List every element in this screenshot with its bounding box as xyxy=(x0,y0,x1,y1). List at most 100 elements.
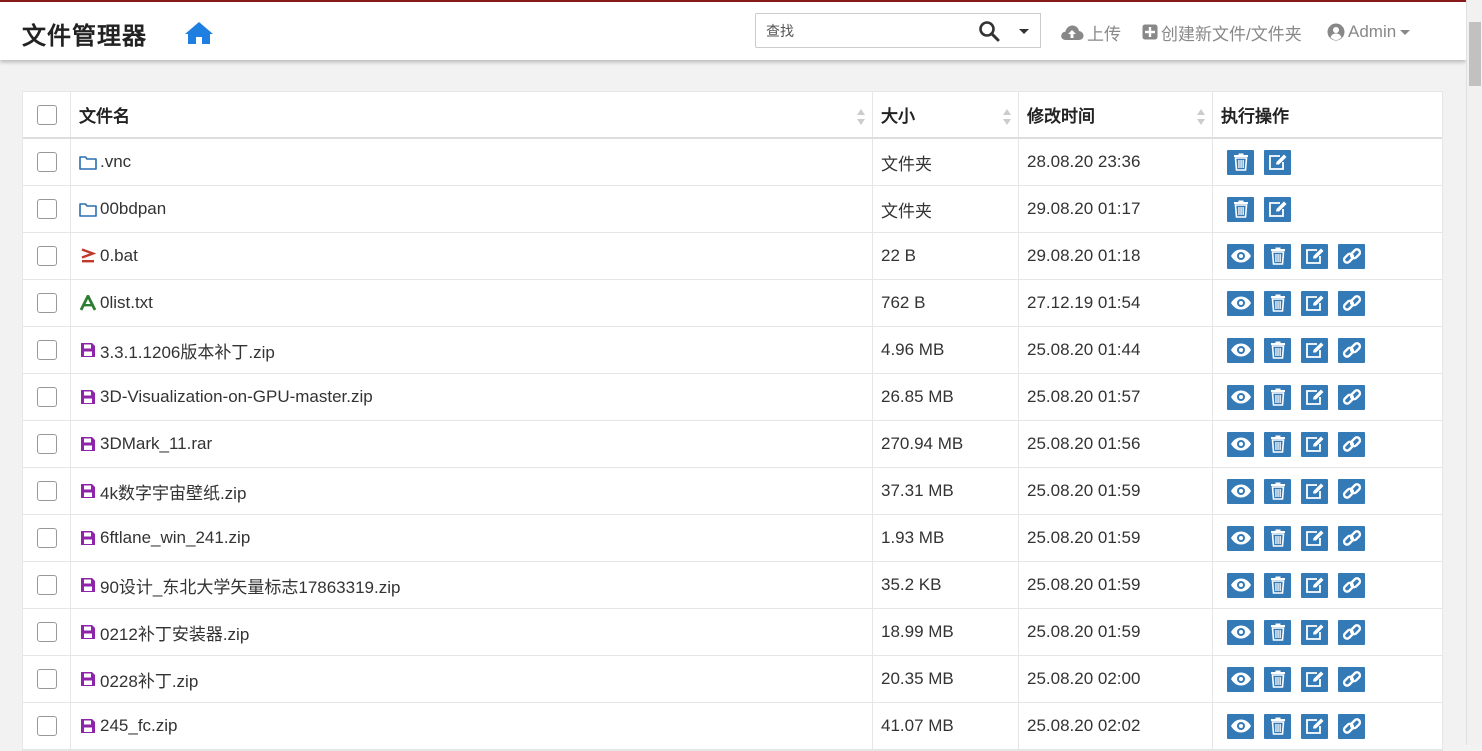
view-icon[interactable] xyxy=(1227,384,1254,410)
link-icon[interactable] xyxy=(1338,243,1365,269)
delete-icon[interactable] xyxy=(1264,337,1291,363)
delete-icon[interactable] xyxy=(1264,713,1291,739)
edit-icon[interactable] xyxy=(1301,243,1328,269)
link-icon[interactable] xyxy=(1338,290,1365,316)
edit-icon[interactable] xyxy=(1301,619,1328,645)
file-name-link[interactable]: 3D-Visualization-on-GPU-master.zip xyxy=(100,387,373,407)
file-name-link[interactable]: 245_fc.zip xyxy=(100,716,178,736)
file-name-cell: 0212补丁安装器.zip xyxy=(71,609,873,655)
edit-icon[interactable] xyxy=(1301,384,1328,410)
file-size: 1.93 MB xyxy=(873,515,1019,561)
delete-icon[interactable] xyxy=(1227,149,1254,175)
edit-icon[interactable] xyxy=(1301,525,1328,551)
view-icon[interactable] xyxy=(1227,478,1254,504)
delete-icon[interactable] xyxy=(1264,478,1291,504)
edit-icon[interactable] xyxy=(1264,196,1291,222)
view-icon[interactable] xyxy=(1227,713,1254,739)
file-name-link[interactable]: 0212补丁安装器.zip xyxy=(100,620,249,645)
delete-icon[interactable] xyxy=(1264,243,1291,269)
link-icon[interactable] xyxy=(1338,337,1365,363)
header-size[interactable]: 大小 xyxy=(873,92,1019,137)
view-icon[interactable] xyxy=(1227,666,1254,692)
view-icon[interactable] xyxy=(1227,619,1254,645)
delete-icon[interactable] xyxy=(1264,384,1291,410)
header-modified[interactable]: 修改时间 xyxy=(1019,92,1213,137)
upload-button[interactable]: 上传 xyxy=(1060,20,1121,44)
scrollbar-thumb[interactable] xyxy=(1469,22,1481,86)
row-checkbox[interactable] xyxy=(36,246,57,266)
edit-icon[interactable] xyxy=(1301,290,1328,316)
row-checkbox[interactable] xyxy=(36,481,57,501)
link-icon[interactable] xyxy=(1338,619,1365,645)
home-icon[interactable] xyxy=(184,20,214,46)
file-name-link[interactable]: 0.bat xyxy=(100,246,138,266)
delete-icon[interactable] xyxy=(1264,572,1291,598)
view-icon[interactable] xyxy=(1227,290,1254,316)
user-menu[interactable]: Admin xyxy=(1327,20,1411,44)
file-name-link[interactable]: 4k数字宇宙壁纸.zip xyxy=(100,479,246,504)
edit-icon[interactable] xyxy=(1264,149,1291,175)
row-checkbox[interactable] xyxy=(36,293,57,313)
file-modified: 28.08.20 23:36 xyxy=(1019,139,1213,185)
view-icon[interactable] xyxy=(1227,525,1254,551)
delete-icon[interactable] xyxy=(1264,431,1291,457)
row-checkbox[interactable] xyxy=(36,434,57,454)
link-icon[interactable] xyxy=(1338,431,1365,457)
edit-icon[interactable] xyxy=(1301,572,1328,598)
search-dropdown-button[interactable] xyxy=(1008,13,1041,48)
row-checkbox[interactable] xyxy=(36,340,57,360)
row-checkbox[interactable] xyxy=(36,669,57,689)
delete-icon[interactable] xyxy=(1264,290,1291,316)
view-icon[interactable] xyxy=(1227,243,1254,269)
link-icon[interactable] xyxy=(1338,572,1365,598)
search-icon[interactable] xyxy=(978,20,1002,42)
edit-icon[interactable] xyxy=(1301,666,1328,692)
delete-icon[interactable] xyxy=(1264,666,1291,692)
edit-icon[interactable] xyxy=(1301,431,1328,457)
row-checkbox[interactable] xyxy=(36,387,57,407)
user-name: Admin xyxy=(1348,22,1397,41)
file-modified: 25.08.20 01:56 xyxy=(1019,421,1213,467)
delete-icon[interactable] xyxy=(1227,196,1254,222)
create-new-button[interactable]: 创建新文件/文件夹 xyxy=(1142,20,1302,44)
edit-icon[interactable] xyxy=(1301,713,1328,739)
view-icon[interactable] xyxy=(1227,431,1254,457)
row-checkbox[interactable] xyxy=(36,575,57,595)
page-scrollbar[interactable] xyxy=(1466,0,1482,745)
link-icon[interactable] xyxy=(1338,525,1365,551)
header-name[interactable]: 文件名 xyxy=(71,92,873,137)
file-size: 762 B xyxy=(873,280,1019,326)
edit-icon[interactable] xyxy=(1301,478,1328,504)
app-title[interactable]: 文件管理器 xyxy=(22,16,147,51)
edit-icon[interactable] xyxy=(1301,337,1328,363)
file-name-cell: 6ftlane_win_241.zip xyxy=(71,515,873,561)
link-icon[interactable] xyxy=(1338,713,1365,739)
file-name-link[interactable]: 3DMark_11.rar xyxy=(100,434,212,454)
file-name-link[interactable]: 00bdpan xyxy=(100,199,166,219)
file-name-link[interactable]: .vnc xyxy=(100,152,131,172)
file-name-link[interactable]: 0list.txt xyxy=(100,293,153,313)
view-icon[interactable] xyxy=(1227,337,1254,363)
link-icon[interactable] xyxy=(1338,384,1365,410)
search-input[interactable] xyxy=(756,14,976,47)
row-checkbox[interactable] xyxy=(36,622,57,642)
caret-down-icon xyxy=(1019,29,1029,34)
select-all-checkbox[interactable] xyxy=(36,104,57,125)
delete-icon[interactable] xyxy=(1264,525,1291,551)
file-name-link[interactable]: 3.3.1.1206版本补丁.zip xyxy=(100,338,275,363)
link-icon[interactable] xyxy=(1338,478,1365,504)
row-checkbox[interactable] xyxy=(36,716,57,736)
view-icon[interactable] xyxy=(1227,572,1254,598)
file-name-link[interactable]: 0228补丁.zip xyxy=(100,667,198,692)
terminal-icon xyxy=(79,247,97,265)
file-name-link[interactable]: 90设计_东北大学矢量标志17863319.zip xyxy=(100,573,400,598)
row-checkbox[interactable] xyxy=(36,528,57,548)
row-checkbox[interactable] xyxy=(36,199,57,219)
file-actions xyxy=(1213,233,1444,279)
row-select-cell xyxy=(23,186,71,232)
file-modified: 29.08.20 01:17 xyxy=(1019,186,1213,232)
row-checkbox[interactable] xyxy=(36,152,57,172)
file-name-link[interactable]: 6ftlane_win_241.zip xyxy=(100,528,250,548)
delete-icon[interactable] xyxy=(1264,619,1291,645)
link-icon[interactable] xyxy=(1338,666,1365,692)
